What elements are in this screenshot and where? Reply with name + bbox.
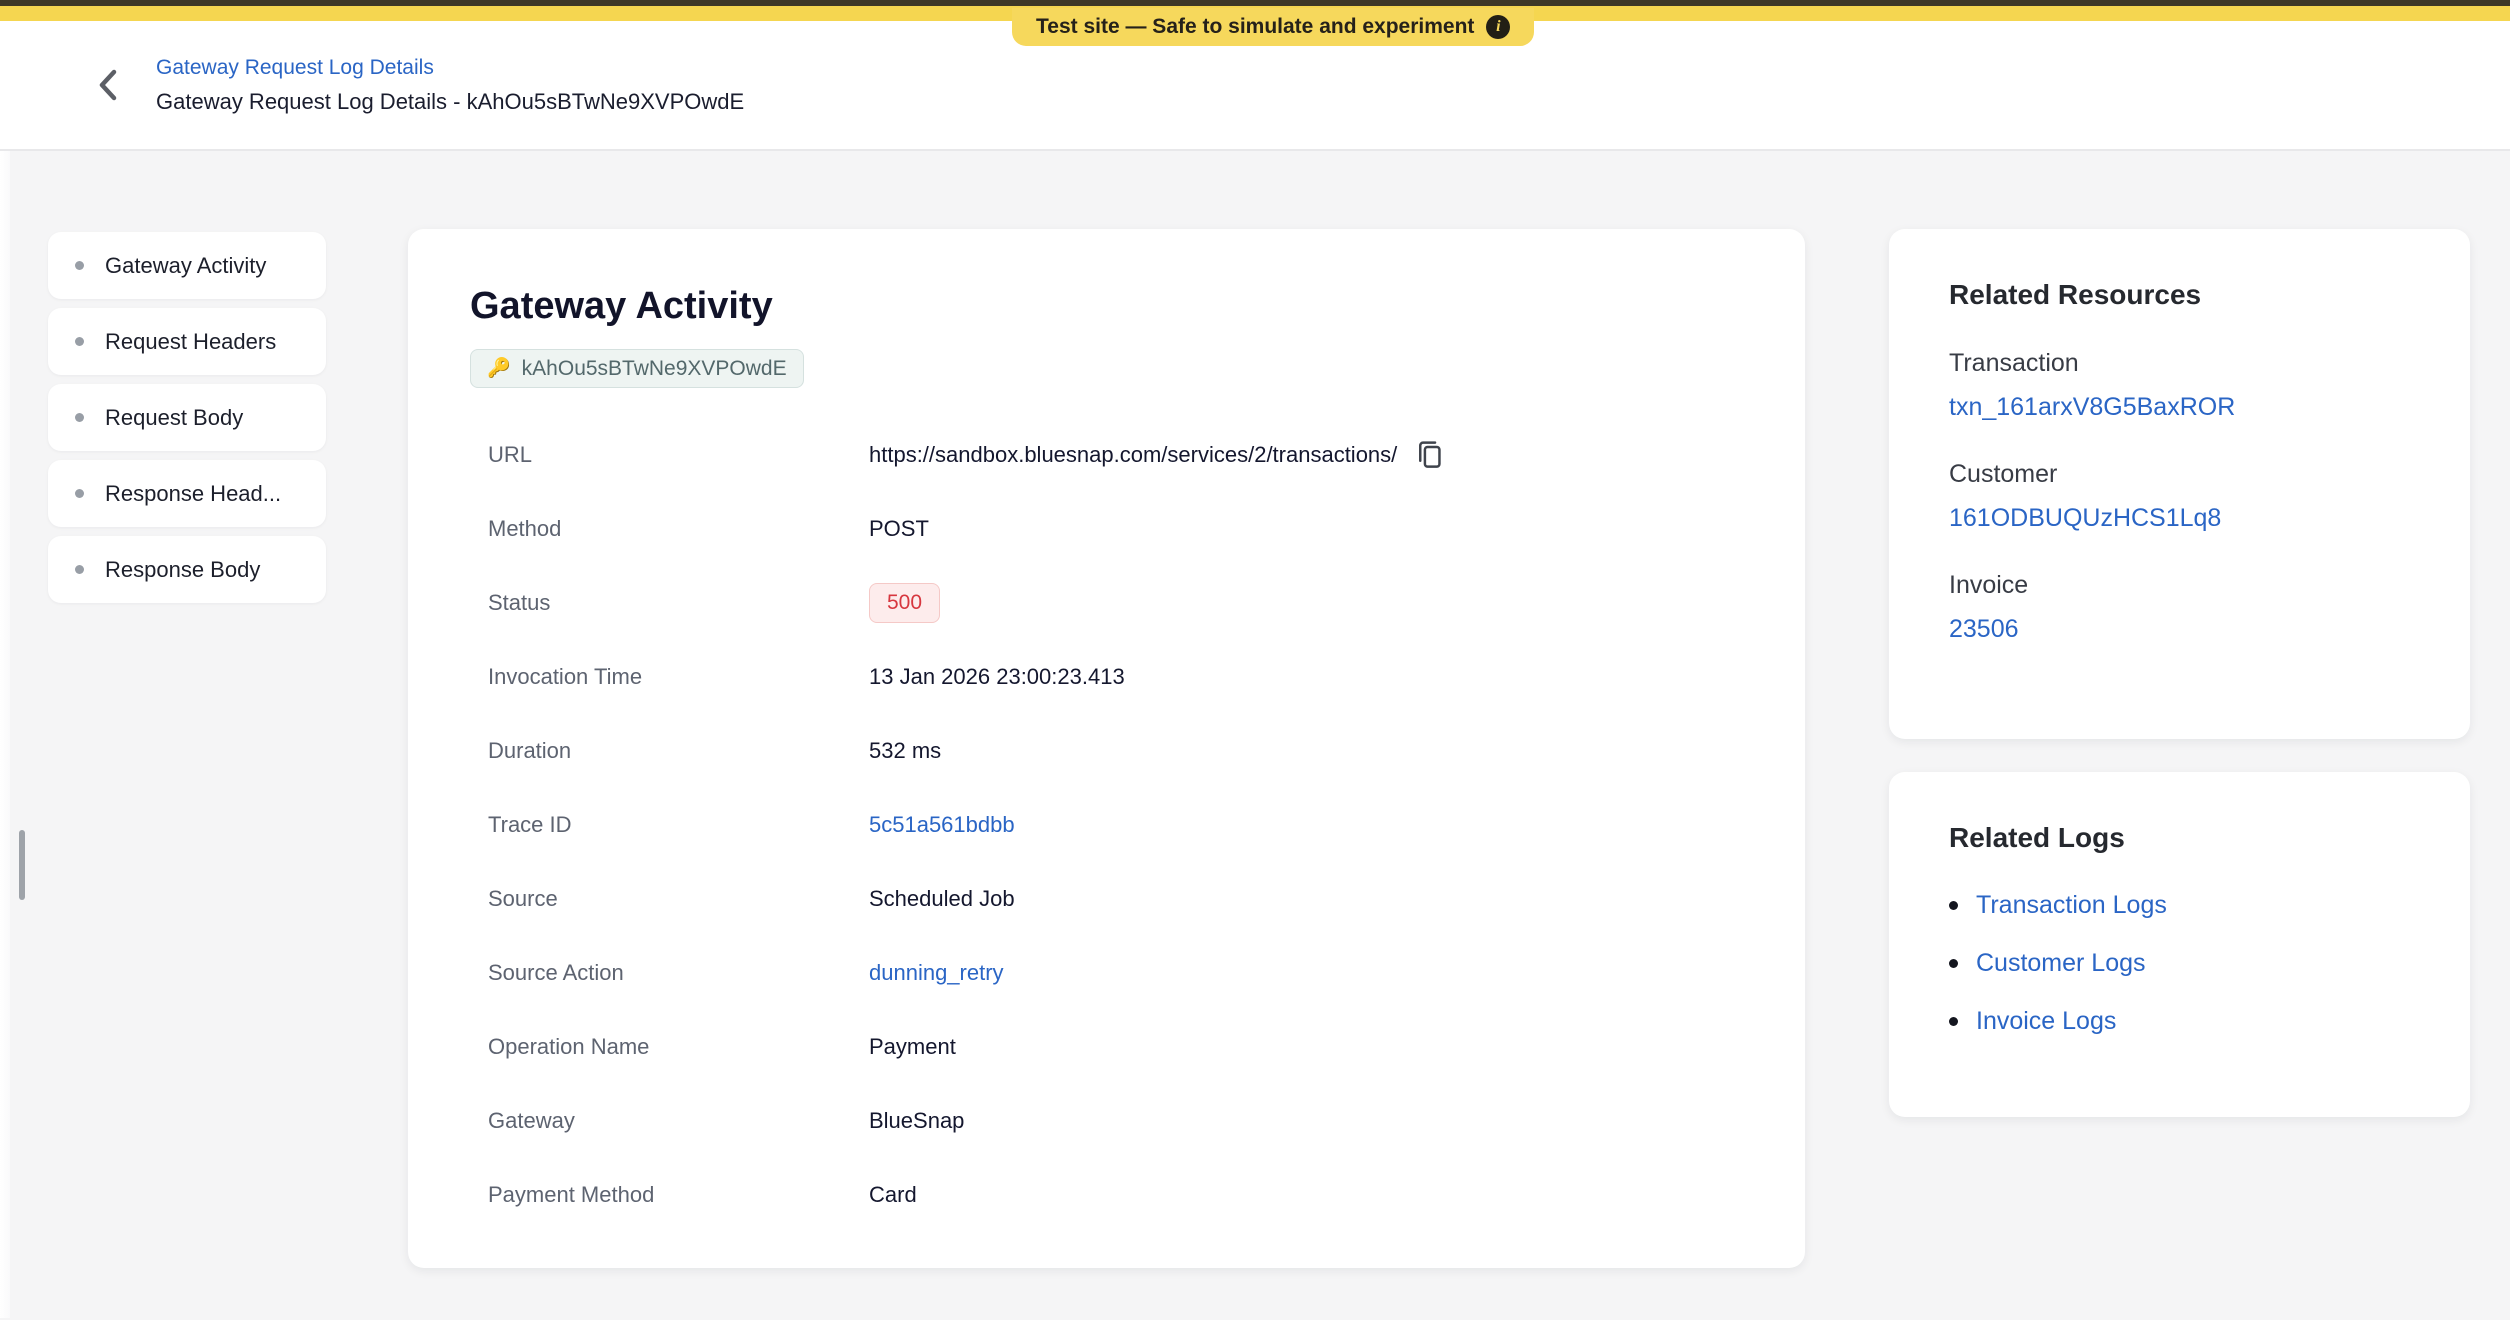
source-action-link[interactable]: dunning_retry xyxy=(869,960,1004,986)
bullet-icon xyxy=(75,489,84,498)
back-button[interactable] xyxy=(88,65,128,105)
gateway-log-id: kAhOu5sBTwNe9XVPOwdE xyxy=(522,357,787,381)
field-label: Source xyxy=(488,886,869,912)
field-row-invocation-time: Invocation Time 13 Jan 2026 23:00:23.413 xyxy=(470,640,1743,714)
section-nav: Gateway Activity Request Headers Request… xyxy=(48,232,326,603)
field-row-duration: Duration 532 ms xyxy=(470,714,1743,788)
sidebar-item-label: Gateway Activity xyxy=(105,253,266,279)
sidebar-item-label: Response Head... xyxy=(105,481,281,507)
operation-name-value: Payment xyxy=(869,1034,956,1060)
bullet-icon xyxy=(1949,1017,1958,1026)
header-text: Gateway Request Log Details Gateway Requ… xyxy=(156,56,744,115)
bullet-icon xyxy=(75,413,84,422)
bullet-icon xyxy=(75,337,84,346)
trace-id-link[interactable]: 5c51a561bdbb xyxy=(869,812,1015,838)
chevron-left-icon xyxy=(95,67,121,103)
invoice-logs-item[interactable]: Invoice Logs xyxy=(1949,992,2410,1050)
related-resources-title: Related Resources xyxy=(1949,279,2410,311)
sidebar-item-label: Response Body xyxy=(105,557,260,583)
resource-label: Customer xyxy=(1949,460,2410,489)
invocation-time-value: 13 Jan 2026 23:00:23.413 xyxy=(869,664,1125,690)
resource-label: Transaction xyxy=(1949,349,2410,378)
related-logs-list: Transaction Logs Customer Logs Invoice L… xyxy=(1949,876,2410,1050)
transaction-logs-item[interactable]: Transaction Logs xyxy=(1949,876,2410,934)
customer-logs-link[interactable]: Customer Logs xyxy=(1976,949,2146,978)
field-row-source-action: Source Action dunning_retry xyxy=(470,936,1743,1010)
field-label: Payment Method xyxy=(488,1182,869,1208)
field-label: Status xyxy=(488,590,869,616)
invoice-link[interactable]: 23506 xyxy=(1949,615,2410,644)
gateway-activity-card: Gateway Activity 🔑 kAhOu5sBTwNe9XVPOwdE … xyxy=(408,229,1805,1268)
field-label: Method xyxy=(488,516,869,542)
field-label: URL xyxy=(488,442,869,468)
sidebar-item-gateway-activity[interactable]: Gateway Activity xyxy=(48,232,326,299)
bullet-icon xyxy=(75,261,84,270)
field-row-source: Source Scheduled Job xyxy=(470,862,1743,936)
field-label: Source Action xyxy=(488,960,869,986)
scrollbar-handle[interactable] xyxy=(19,830,25,900)
bullet-icon xyxy=(75,565,84,574)
related-logs-card: Related Logs Transaction Logs Customer L… xyxy=(1889,772,2470,1117)
field-label: Trace ID xyxy=(488,812,869,838)
url-value: https://sandbox.bluesnap.com/services/2/… xyxy=(869,442,1397,468)
bullet-icon xyxy=(1949,959,1958,968)
resource-item-customer: Customer 161ODBUQUzHCS1Lq8 xyxy=(1949,460,2410,533)
field-label: Gateway xyxy=(488,1108,869,1134)
related-resources-card: Related Resources Transaction txn_161arx… xyxy=(1889,229,2470,739)
field-value: https://sandbox.bluesnap.com/services/2/… xyxy=(869,439,1445,471)
transaction-link[interactable]: txn_161arxV8G5BaxROR xyxy=(1949,393,2410,422)
sidebar-item-request-body[interactable]: Request Body xyxy=(48,384,326,451)
field-row-status: Status 500 xyxy=(470,566,1743,640)
resource-label: Invoice xyxy=(1949,571,2410,600)
sidebar-item-request-headers[interactable]: Request Headers xyxy=(48,308,326,375)
field-row-gateway: Gateway BlueSnap xyxy=(470,1084,1743,1158)
sidebar-item-label: Request Headers xyxy=(105,329,276,355)
breadcrumb-link[interactable]: Gateway Request Log Details xyxy=(156,56,744,80)
page-subtitle: Gateway Request Log Details - kAhOu5sBTw… xyxy=(156,89,744,115)
resource-item-transaction: Transaction txn_161arxV8G5BaxROR xyxy=(1949,349,2410,422)
transaction-logs-link[interactable]: Transaction Logs xyxy=(1976,891,2167,920)
status-badge: 500 xyxy=(869,583,940,623)
field-row-trace-id: Trace ID 5c51a561bdbb xyxy=(470,788,1743,862)
sidebar-item-response-headers[interactable]: Response Head... xyxy=(48,460,326,527)
resource-item-invoice: Invoice 23506 xyxy=(1949,571,2410,644)
field-list: URL https://sandbox.bluesnap.com/service… xyxy=(470,418,1743,1232)
field-value: 500 xyxy=(869,583,940,623)
test-site-badge-label: Test site — Safe to simulate and experim… xyxy=(1036,15,1474,39)
field-row-operation-name: Operation Name Payment xyxy=(470,1010,1743,1084)
field-label: Duration xyxy=(488,738,869,764)
duration-value: 532 ms xyxy=(869,738,941,764)
field-row-payment-method: Payment Method Card xyxy=(470,1158,1743,1232)
method-value: POST xyxy=(869,516,929,542)
scrollbar-track xyxy=(0,151,10,1318)
sidebar-item-label: Request Body xyxy=(105,405,243,431)
gateway-log-id-badge: 🔑 kAhOu5sBTwNe9XVPOwdE xyxy=(470,349,804,388)
customer-logs-item[interactable]: Customer Logs xyxy=(1949,934,2410,992)
field-label: Operation Name xyxy=(488,1034,869,1060)
sidebar-item-response-body[interactable]: Response Body xyxy=(48,536,326,603)
field-label: Invocation Time xyxy=(488,664,869,690)
key-icon: 🔑 xyxy=(487,359,511,378)
payment-method-value: Card xyxy=(869,1182,917,1208)
copy-icon[interactable] xyxy=(1415,439,1445,471)
info-icon[interactable]: i xyxy=(1486,15,1510,39)
card-title: Gateway Activity xyxy=(470,283,1743,329)
gateway-value: BlueSnap xyxy=(869,1108,964,1134)
field-row-method: Method POST xyxy=(470,492,1743,566)
test-site-badge: Test site — Safe to simulate and experim… xyxy=(1012,8,1534,46)
customer-link[interactable]: 161ODBUQUzHCS1Lq8 xyxy=(1949,504,2410,533)
source-value: Scheduled Job xyxy=(869,886,1015,912)
field-row-url: URL https://sandbox.bluesnap.com/service… xyxy=(470,418,1743,492)
bullet-icon xyxy=(1949,901,1958,910)
related-logs-title: Related Logs xyxy=(1949,822,2410,854)
invoice-logs-link[interactable]: Invoice Logs xyxy=(1976,1007,2116,1036)
test-site-banner: Test site — Safe to simulate and experim… xyxy=(0,6,2510,21)
content-area: Gateway Activity Request Headers Request… xyxy=(0,151,2510,1318)
